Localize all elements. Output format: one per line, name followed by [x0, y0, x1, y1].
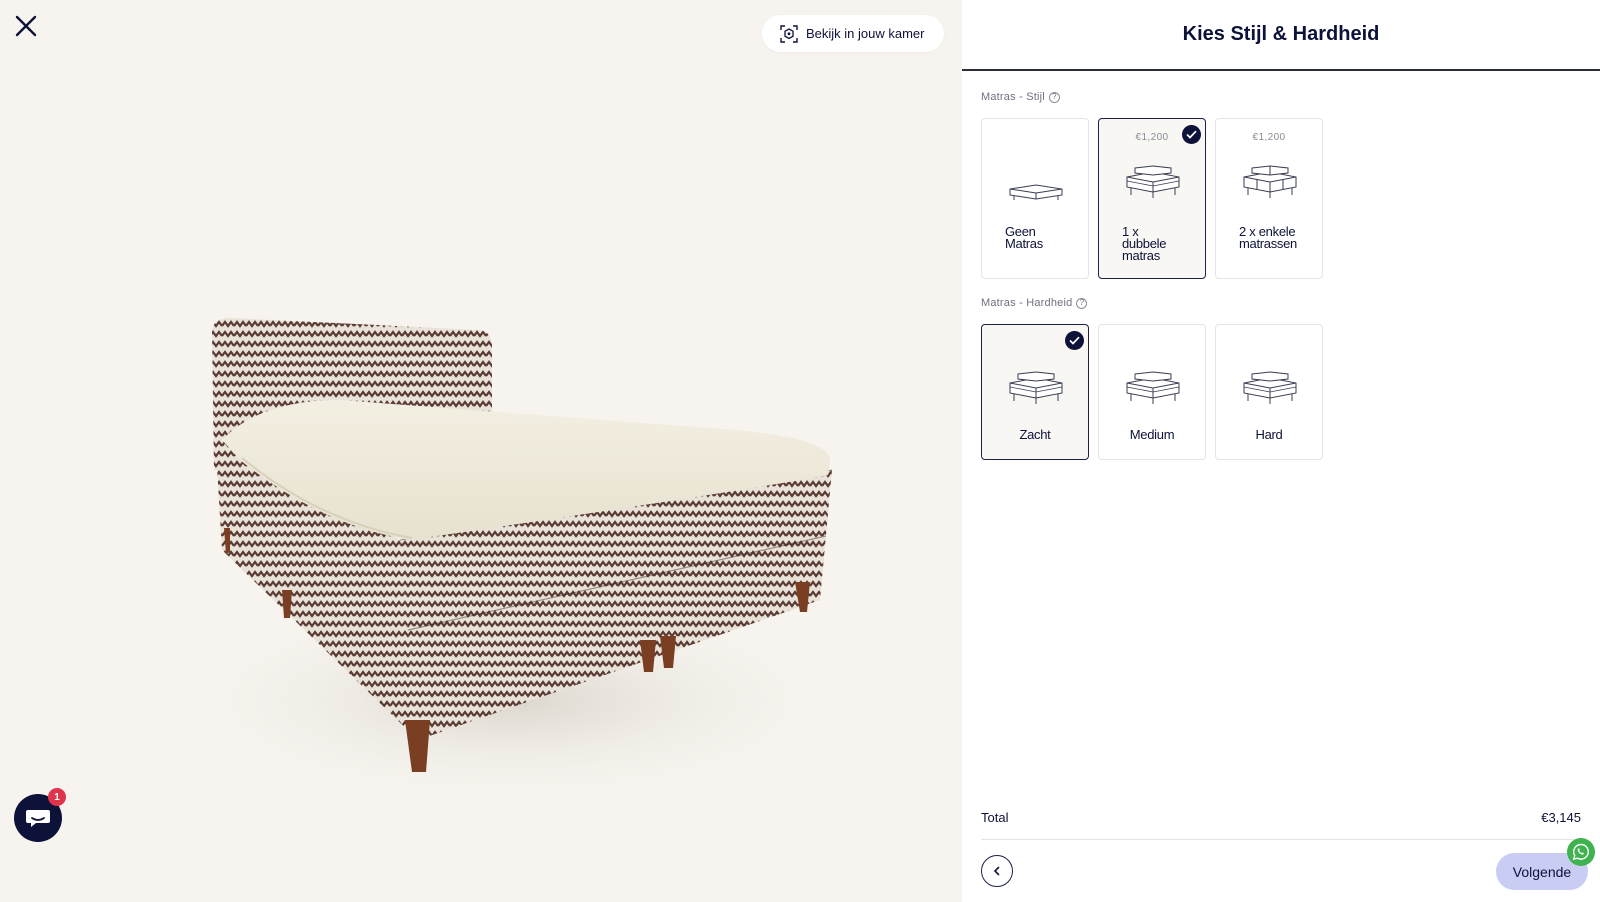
selected-check-icon [1065, 331, 1084, 350]
firmness-option-label: Zacht [1019, 427, 1051, 442]
total-row: Total €3,145 [981, 810, 1581, 825]
bed-3d-model[interactable] [150, 300, 870, 800]
configuration-panel: Kies Stijl & Hardheid Matras - Stijl ? G… [962, 0, 1600, 902]
firmness-option-medium[interactable]: Medium [1098, 324, 1206, 460]
total-value: €3,145 [1541, 810, 1581, 825]
style-option-no-mattress[interactable]: Geen Matras [981, 118, 1089, 279]
mattress-none-illustration [1009, 184, 1063, 200]
view-in-room-label: Bekijk in jouw kamer [806, 26, 925, 41]
firmness-option-soft[interactable]: Zacht [981, 324, 1089, 460]
ar-view-icon [780, 24, 798, 43]
close-icon [15, 15, 37, 37]
close-button[interactable] [12, 12, 40, 40]
mattress-firmness-illustration [1126, 371, 1180, 404]
style-section-label: Matras - Stijl ? [981, 91, 1060, 103]
style-option-label-line: matrassen [1239, 236, 1297, 251]
style-option-label: 2 x enkele matrassen [1239, 225, 1297, 251]
chat-icon [26, 810, 50, 827]
whatsapp-icon [1572, 843, 1589, 861]
firmness-option-label: Hard [1255, 427, 1283, 442]
help-icon[interactable]: ? [1076, 297, 1088, 309]
mattress-firmness-illustration [1009, 371, 1063, 404]
chevron-left-icon [993, 866, 1000, 876]
mattress-double-illustration [1126, 165, 1180, 198]
style-option-label: 1 x dubbele matras [1122, 225, 1166, 263]
product-viewer[interactable]: Bekijk in jouw kamer 1 [0, 0, 962, 902]
firmness-section-label: Matras - Hardheid ? [981, 297, 1088, 309]
total-label: Total [981, 810, 1009, 825]
style-option-double-mattress[interactable]: €1,200 1 x dubbele matras [1098, 118, 1206, 279]
style-option-label-line: matras [1122, 248, 1160, 263]
style-section-label-text: Matras - Stijl [981, 91, 1045, 103]
style-option-price: €1,200 [1252, 132, 1286, 143]
style-option-label-line: Matras [1005, 236, 1043, 251]
selected-check-icon [1182, 125, 1201, 144]
chat-notification-badge: 1 [48, 788, 66, 806]
style-option-label: Geen Matras [1005, 225, 1043, 251]
footer-divider [981, 839, 1581, 840]
mattress-two-single-illustration [1243, 165, 1297, 198]
back-button[interactable] [981, 855, 1013, 887]
whatsapp-button[interactable] [1567, 838, 1595, 866]
style-option-two-single-mattresses[interactable]: €1,200 2 x enkele matrassen [1215, 118, 1323, 279]
help-icon[interactable]: ? [1048, 91, 1060, 103]
firmness-section-label-text: Matras - Hardheid [981, 297, 1073, 309]
view-in-room-button[interactable]: Bekijk in jouw kamer [762, 15, 944, 52]
panel-title: Kies Stijl & Hardheid [962, 0, 1600, 71]
firmness-option-hard[interactable]: Hard [1215, 324, 1323, 460]
firmness-option-label: Medium [1129, 427, 1175, 442]
mattress-firmness-illustration [1243, 371, 1297, 404]
